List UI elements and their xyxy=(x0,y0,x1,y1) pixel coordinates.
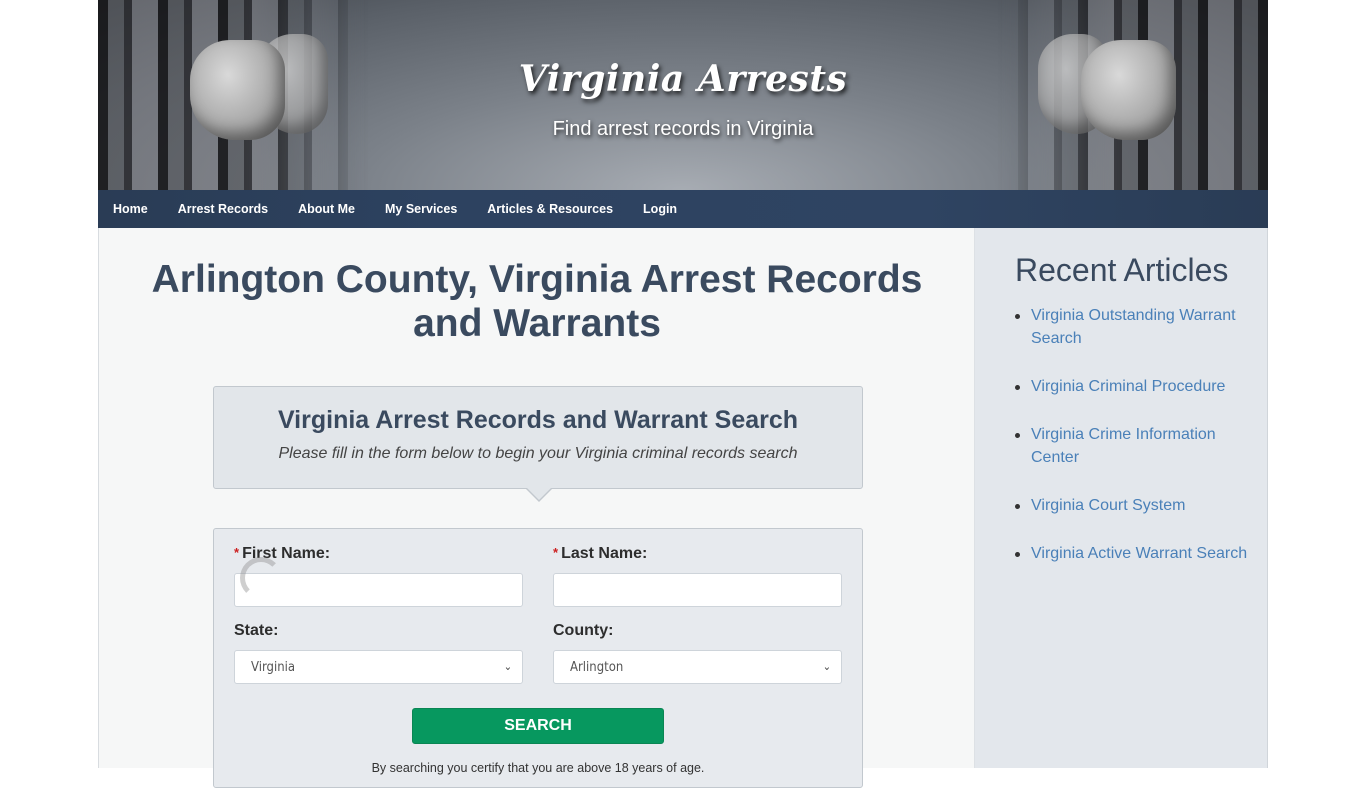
article-link[interactable]: Virginia Crime Information Center xyxy=(1031,426,1216,466)
list-item: Virginia Outstanding Warrant Search xyxy=(1015,304,1255,350)
last-name-label-text: Last Name: xyxy=(561,545,648,562)
county-select[interactable]: Arlington ⌄ xyxy=(553,650,842,684)
required-marker: * xyxy=(553,545,559,560)
county-label: County: xyxy=(553,622,614,639)
search-button[interactable]: SEARCH xyxy=(412,708,664,744)
state-label: State: xyxy=(234,622,279,639)
bullet-icon xyxy=(1015,314,1020,319)
chevron-down-icon: ⌄ xyxy=(822,660,831,673)
first-name-input[interactable] xyxy=(234,573,523,607)
search-form: * First Name: * Last Name: State: Virginia… xyxy=(213,528,863,788)
nav-home[interactable]: Home xyxy=(113,202,148,216)
recent-articles-heading: Recent Articles xyxy=(1015,252,1229,288)
article-link[interactable]: Virginia Outstanding Warrant Search xyxy=(1031,307,1236,347)
state-select-value: Virginia xyxy=(251,660,296,675)
article-link[interactable]: Virginia Active Warrant Search xyxy=(1031,545,1247,562)
state-group: State: Virginia ⌄ xyxy=(234,622,524,684)
last-name-group: * Last Name: xyxy=(553,545,843,607)
first-name-label-text: First Name: xyxy=(242,545,331,562)
nav-articles-resources[interactable]: Articles & Resources xyxy=(487,202,613,216)
first-name-label: * First Name: xyxy=(234,545,524,567)
county-group: County: Arlington ⌄ xyxy=(553,622,843,684)
article-link[interactable]: Virginia Court System xyxy=(1031,497,1185,514)
site-tagline: Find arrest records in Virginia xyxy=(552,118,814,140)
chevron-down-icon: ⌄ xyxy=(503,660,512,673)
state-select[interactable]: Virginia ⌄ xyxy=(234,650,523,684)
nav-arrest-records[interactable]: Arrest Records xyxy=(178,202,268,216)
page: Virginia Arrests Find arrest records in … xyxy=(98,0,1268,788)
bullet-icon xyxy=(1015,433,1020,438)
bullet-icon xyxy=(1015,552,1020,557)
main-content: Arlington County, Virginia Arrest Record… xyxy=(98,228,974,788)
list-item: Virginia Crime Information Center xyxy=(1015,423,1255,469)
search-intro-subtitle: Please fill in the form below to begin y… xyxy=(278,445,798,462)
county-select-value: Arlington xyxy=(570,660,624,675)
nav-my-services[interactable]: My Services xyxy=(385,202,457,216)
list-item: Virginia Criminal Procedure xyxy=(1015,375,1255,398)
page-title: Arlington County, Virginia Arrest Record… xyxy=(151,258,923,345)
age-disclaimer: By searching you certify that you are ab… xyxy=(371,761,705,775)
site-title[interactable]: Virginia Arrests xyxy=(98,58,1268,100)
nav-login[interactable]: Login xyxy=(643,202,677,216)
required-marker: * xyxy=(234,545,240,560)
bullet-icon xyxy=(1015,385,1020,390)
callout-pointer-fill xyxy=(527,488,551,500)
bullet-icon xyxy=(1015,504,1020,509)
first-name-group: * First Name: xyxy=(234,545,524,607)
last-name-label: * Last Name: xyxy=(553,545,843,567)
last-name-input[interactable] xyxy=(553,573,842,607)
sidebar: Recent Articles Virginia Outstanding War… xyxy=(974,228,1268,768)
recent-articles-list: Virginia Outstanding Warrant Search Virg… xyxy=(1015,304,1255,590)
header-banner: Virginia Arrests Find arrest records in … xyxy=(98,0,1268,190)
search-intro-title: Virginia Arrest Records and Warrant Sear… xyxy=(277,406,799,434)
list-item: Virginia Active Warrant Search xyxy=(1015,542,1255,565)
search-intro-box: Virginia Arrest Records and Warrant Sear… xyxy=(213,386,863,502)
nav-about-me[interactable]: About Me xyxy=(298,202,355,216)
article-link[interactable]: Virginia Criminal Procedure xyxy=(1031,378,1225,395)
main-nav: Home Arrest Records About Me My Services… xyxy=(98,190,1268,228)
list-item: Virginia Court System xyxy=(1015,494,1255,517)
